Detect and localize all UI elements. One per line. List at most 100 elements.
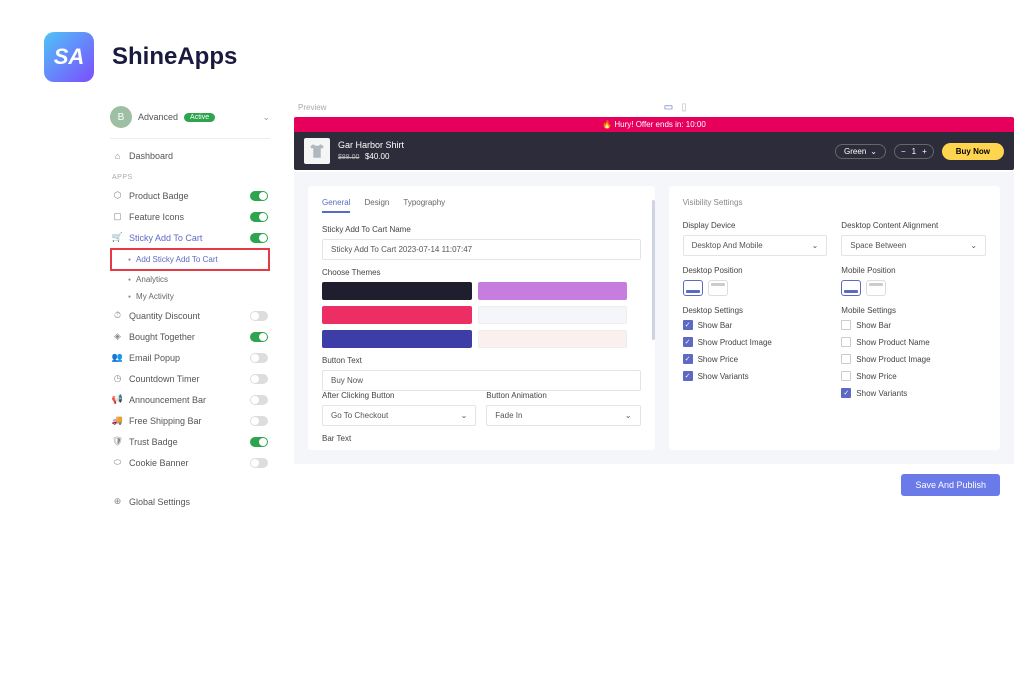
nav-item[interactable]: ⬭Cookie Banner <box>110 452 270 473</box>
account-switcher[interactable]: B Advanced Active ⌄ <box>110 102 270 139</box>
pos-top[interactable] <box>708 280 728 296</box>
globe-icon: ⊕ <box>112 496 123 507</box>
check-item[interactable]: Show Price <box>841 371 986 381</box>
theme-swatch[interactable] <box>478 282 628 300</box>
apps-section-label: APPS <box>110 166 270 185</box>
nav-item[interactable]: 🚚Free Shipping Bar <box>110 410 270 431</box>
nav-item[interactable]: 📢Announcement Bar <box>110 389 270 410</box>
variant-select[interactable]: Green ⌄ <box>835 144 886 159</box>
check-item[interactable]: Show Product Image <box>841 354 986 364</box>
select-value: Desktop And Mobile <box>692 241 763 250</box>
nav-icon: ◷ <box>112 373 123 384</box>
toggle[interactable] <box>250 395 268 405</box>
checkbox[interactable] <box>841 337 851 347</box>
status-badge: Active <box>184 113 215 122</box>
toggle[interactable] <box>250 353 268 363</box>
check-label: Show Bar <box>698 321 733 330</box>
checkbox[interactable]: ✓ <box>841 388 851 398</box>
mobile-settings-label: Mobile Settings <box>841 306 986 315</box>
sidebar: B Advanced Active ⌄ ⌂ Dashboard APPS ⬡Pr… <box>110 102 270 512</box>
tab-design[interactable]: Design <box>364 198 389 213</box>
nav-item[interactable]: 👥Email Popup <box>110 347 270 368</box>
desktop-icon[interactable]: ▭ <box>664 102 673 113</box>
check-item[interactable]: ✓ Show Bar <box>683 320 828 330</box>
theme-swatch[interactable] <box>322 330 472 348</box>
pos-bottom[interactable] <box>841 280 861 296</box>
checkbox[interactable]: ✓ <box>683 354 693 364</box>
plus-icon[interactable]: + <box>922 147 927 156</box>
preview-header: Preview ▭ ▯ <box>294 102 1014 117</box>
nav-global-settings[interactable]: ⊕ Global Settings <box>110 491 270 512</box>
nav-subitem[interactable]: ●My Activity <box>110 288 270 305</box>
check-item[interactable]: ✓Show Variants <box>683 371 828 381</box>
check-item[interactable]: Show Product Name <box>841 337 986 347</box>
nav-item[interactable]: ⏱Quantity Discount <box>110 305 270 326</box>
nav-item[interactable]: 🛒Sticky Add To Cart <box>110 227 270 248</box>
select-value: Space Between <box>850 241 906 250</box>
promo-banner: 🔥 Hury! Offer ends in: 10:00 <box>294 117 1014 132</box>
button-text-input[interactable] <box>322 370 641 391</box>
toggle[interactable] <box>250 374 268 384</box>
nav-subitem[interactable]: ●Add Sticky Add To Cart <box>110 248 270 271</box>
checkbox[interactable] <box>841 354 851 364</box>
button-text-label: Button Text <box>322 356 641 365</box>
check-label: Show Product Image <box>856 355 930 364</box>
pos-top[interactable] <box>866 280 886 296</box>
toggle[interactable] <box>250 332 268 342</box>
check-item[interactable]: ✓Show Variants <box>841 388 986 398</box>
scrollbar[interactable] <box>652 200 655 340</box>
desktop-pos-label: Desktop Position <box>683 266 828 275</box>
anim-select[interactable]: Fade In ⌄ <box>486 405 640 426</box>
checkbox[interactable] <box>841 320 851 330</box>
theme-swatch[interactable] <box>478 306 628 324</box>
nav-item[interactable]: ▢Feature Icons <box>110 206 270 227</box>
toggle[interactable] <box>250 233 268 243</box>
after-click-select[interactable]: Go To Checkout ⌄ <box>322 405 476 426</box>
nav-item[interactable]: ◈Bought Together <box>110 326 270 347</box>
select-value: Fade In <box>495 411 522 420</box>
theme-swatch[interactable] <box>322 306 472 324</box>
pos-bottom[interactable] <box>683 280 703 296</box>
tab-general[interactable]: General <box>322 198 350 213</box>
toggle[interactable] <box>250 191 268 201</box>
mobile-icon[interactable]: ▯ <box>681 102 687 113</box>
theme-swatch[interactable] <box>478 330 628 348</box>
sticky-cart-preview: Gar Harbor Shirt $88.00 $40.00 Green ⌄ −… <box>294 132 1014 170</box>
nav-dashboard[interactable]: ⌂ Dashboard <box>110 145 270 166</box>
check-item[interactable]: Show Bar <box>841 320 986 330</box>
checkbox[interactable]: ✓ <box>683 371 693 381</box>
toggle[interactable] <box>250 212 268 222</box>
display-device-label: Display Device <box>683 221 828 230</box>
checkbox[interactable] <box>841 371 851 381</box>
toggle[interactable] <box>250 458 268 468</box>
check-item[interactable]: ✓ Show Product Image <box>683 337 828 347</box>
nav-item[interactable]: 🛡Trust Badge <box>110 431 270 452</box>
toggle[interactable] <box>250 437 268 447</box>
name-input[interactable] <box>322 239 641 260</box>
desktop-settings-label: Desktop Settings <box>683 306 828 315</box>
nav-item[interactable]: ◷Countdown Timer <box>110 368 270 389</box>
content-align-select[interactable]: Space Between ⌄ <box>841 235 986 256</box>
theme-swatch[interactable] <box>322 282 472 300</box>
nav-subitem[interactable]: ● Analytics <box>110 271 270 288</box>
quantity-stepper[interactable]: − 1 + <box>894 144 934 159</box>
checkbox[interactable]: ✓ <box>683 320 693 330</box>
check-label: Show Product Image <box>698 338 772 347</box>
checkbox[interactable]: ✓ <box>683 337 693 347</box>
check-item[interactable]: ✓Show Price <box>683 354 828 364</box>
name-label: Sticky Add To Cart Name <box>322 225 641 234</box>
dot-icon: ● <box>128 277 131 283</box>
home-icon: ⌂ <box>112 150 123 161</box>
select-value: Go To Checkout <box>331 411 388 420</box>
minus-icon[interactable]: − <box>901 147 906 156</box>
save-publish-button[interactable]: Save And Publish <box>901 474 1000 496</box>
buy-now-button[interactable]: Buy Now <box>942 143 1004 160</box>
toggle[interactable] <box>250 311 268 321</box>
subitem-label: Analytics <box>136 275 168 284</box>
toggle[interactable] <box>250 416 268 426</box>
nav-item[interactable]: ⬡Product Badge <box>110 185 270 206</box>
tab-typography[interactable]: Typography <box>403 198 445 213</box>
nav-icon: 🛒 <box>112 232 123 243</box>
brand-name: ShineApps <box>112 43 237 71</box>
display-device-select[interactable]: Desktop And Mobile ⌄ <box>683 235 828 256</box>
